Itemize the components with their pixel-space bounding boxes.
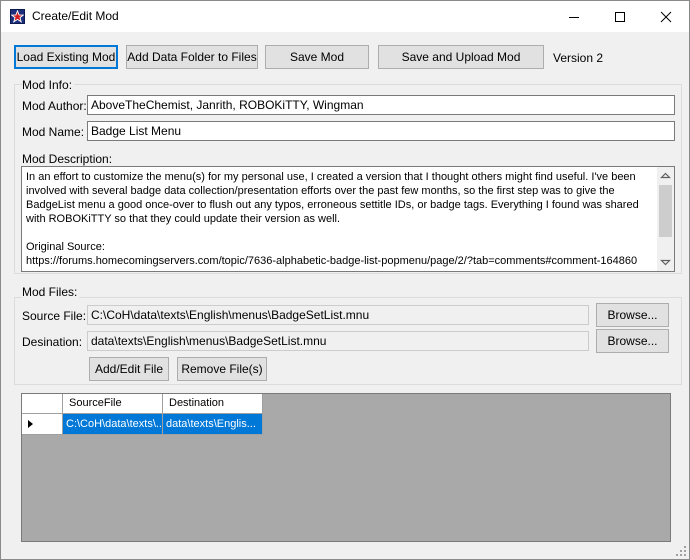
source-file-input[interactable]: C:\CoH\data\texts\English\menus\BadgeSet… <box>87 305 589 325</box>
save-and-upload-button[interactable]: Save and Upload Mod <box>378 45 544 69</box>
table-row-source-cell[interactable]: C:\CoH\data\texts\... <box>63 414 163 435</box>
resize-grip-icon[interactable] <box>675 545 687 557</box>
mod-description-label: Mod Description: <box>22 152 113 166</box>
scroll-up-arrow-icon[interactable] <box>657 167 674 184</box>
close-button[interactable] <box>643 1 689 32</box>
mod-name-label: Mod Name: <box>22 125 85 139</box>
remove-files-button[interactable]: Remove File(s) <box>177 357 267 381</box>
source-file-label: Source File: <box>22 309 87 323</box>
scroll-thumb[interactable] <box>659 185 672 237</box>
mod-info-group-label: Mod Info: <box>22 78 75 92</box>
close-icon <box>660 11 672 23</box>
files-grid[interactable]: SourceFile Destination C:\CoH\data\texts… <box>21 393 671 542</box>
mod-author-input[interactable]: AboveTheChemist, Janrith, ROBOKiTTY, Win… <box>87 95 675 115</box>
load-existing-mod-button[interactable]: Load Existing Mod <box>14 45 118 69</box>
minimize-button[interactable] <box>551 1 597 32</box>
maximize-icon <box>615 12 625 22</box>
title-bar[interactable]: Create/Edit Mod <box>1 1 689 32</box>
maximize-button[interactable] <box>597 1 643 32</box>
create-edit-mod-window: Create/Edit Mod Load Existing Mod Add Da… <box>0 0 690 560</box>
table-row-destination-cell[interactable]: data\texts\Englis... <box>163 414 263 435</box>
description-scrollbar[interactable] <box>657 167 674 271</box>
browse-source-button[interactable]: Browse... <box>596 303 669 327</box>
mod-description-text: In an effort to customize the menu(s) fo… <box>26 171 639 267</box>
grid-corner-header[interactable] <box>22 394 63 414</box>
minimize-icon <box>569 17 579 18</box>
mod-name-input[interactable]: Badge List Menu <box>87 121 675 141</box>
mod-description-textarea[interactable]: In an effort to customize the menu(s) fo… <box>21 166 675 272</box>
row-header[interactable] <box>22 414 63 435</box>
mod-author-label: Mod Author: <box>22 99 87 113</box>
save-mod-button[interactable]: Save Mod <box>265 45 369 69</box>
browse-destination-button[interactable]: Browse... <box>596 329 669 353</box>
column-header-sourcefile[interactable]: SourceFile <box>63 394 163 414</box>
app-star-icon <box>10 9 25 24</box>
destination-label: Desination: <box>22 335 83 349</box>
add-data-folder-button[interactable]: Add Data Folder to Files <box>126 45 258 69</box>
mod-files-group-label: Mod Files: <box>22 285 80 299</box>
version-label: Version 2 <box>553 51 604 65</box>
column-header-destination[interactable]: Destination <box>163 394 263 414</box>
window-title: Create/Edit Mod <box>32 9 119 23</box>
destination-input[interactable]: data\texts\English\menus\BadgeSetList.mn… <box>87 331 589 351</box>
add-edit-file-button[interactable]: Add/Edit File <box>89 357 169 381</box>
current-row-arrow-icon <box>28 420 33 428</box>
scroll-down-arrow-icon[interactable] <box>657 254 674 271</box>
